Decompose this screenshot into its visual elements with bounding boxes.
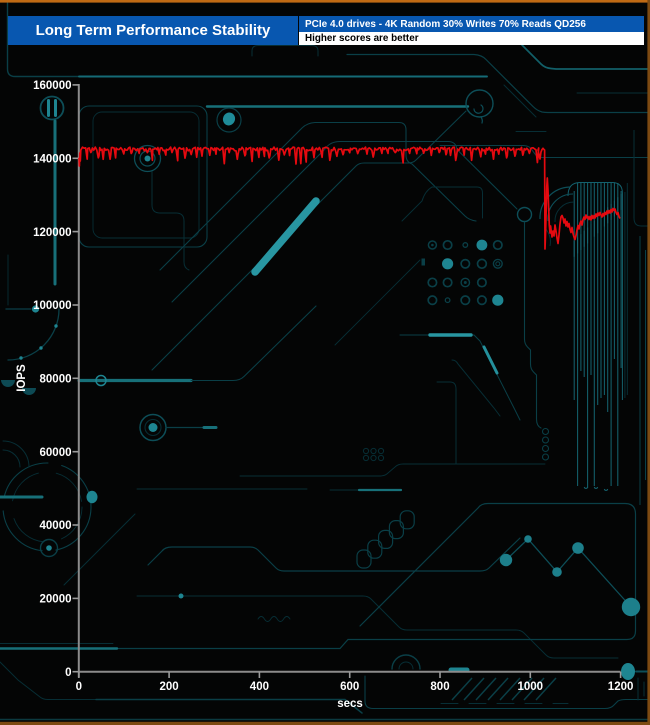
svg-text:1200: 1200 <box>608 681 634 693</box>
svg-text:600: 600 <box>340 681 359 693</box>
svg-text:160000: 160000 <box>33 80 71 92</box>
svg-text:120000: 120000 <box>33 227 71 239</box>
svg-text:1000: 1000 <box>518 681 544 693</box>
svg-text:400: 400 <box>250 681 269 693</box>
svg-text:40000: 40000 <box>40 520 72 532</box>
svg-text:20000: 20000 <box>40 594 72 606</box>
svg-text:0: 0 <box>65 667 71 679</box>
svg-text:200: 200 <box>160 681 179 693</box>
svg-text:IOPS: IOPS <box>16 364 28 392</box>
svg-text:60000: 60000 <box>40 447 72 459</box>
svg-text:140000: 140000 <box>33 154 71 166</box>
svg-text:0: 0 <box>76 681 82 693</box>
svg-text:100000: 100000 <box>33 300 71 312</box>
svg-text:800: 800 <box>430 681 449 693</box>
svg-text:secs: secs <box>337 698 363 710</box>
svg-text:80000: 80000 <box>40 374 72 386</box>
